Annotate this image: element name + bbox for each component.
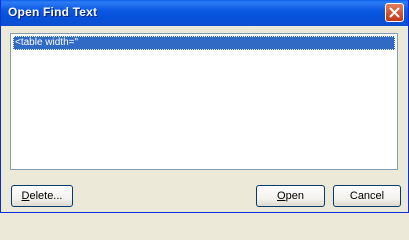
title-bar[interactable]: Open Find Text	[1, 0, 408, 26]
open-label: pen	[285, 190, 304, 202]
window-title: Open Find Text	[8, 5, 98, 19]
list-item[interactable]: <table width="	[13, 36, 395, 50]
delete-mnemonic: D	[21, 190, 30, 202]
close-icon	[389, 7, 400, 18]
cancel-label: Cancel	[349, 190, 385, 202]
dialog-window: Open Find Text <table width=" Delete... …	[0, 0, 409, 213]
cancel-button[interactable]: Cancel	[333, 185, 401, 207]
open-button[interactable]: Open	[256, 185, 325, 207]
delete-label: elete...	[29, 190, 63, 202]
delete-button[interactable]: Delete...	[11, 185, 73, 207]
open-mnemonic: O	[277, 190, 286, 202]
close-button[interactable]	[385, 3, 404, 22]
find-text-list[interactable]: <table width="	[10, 33, 398, 170]
